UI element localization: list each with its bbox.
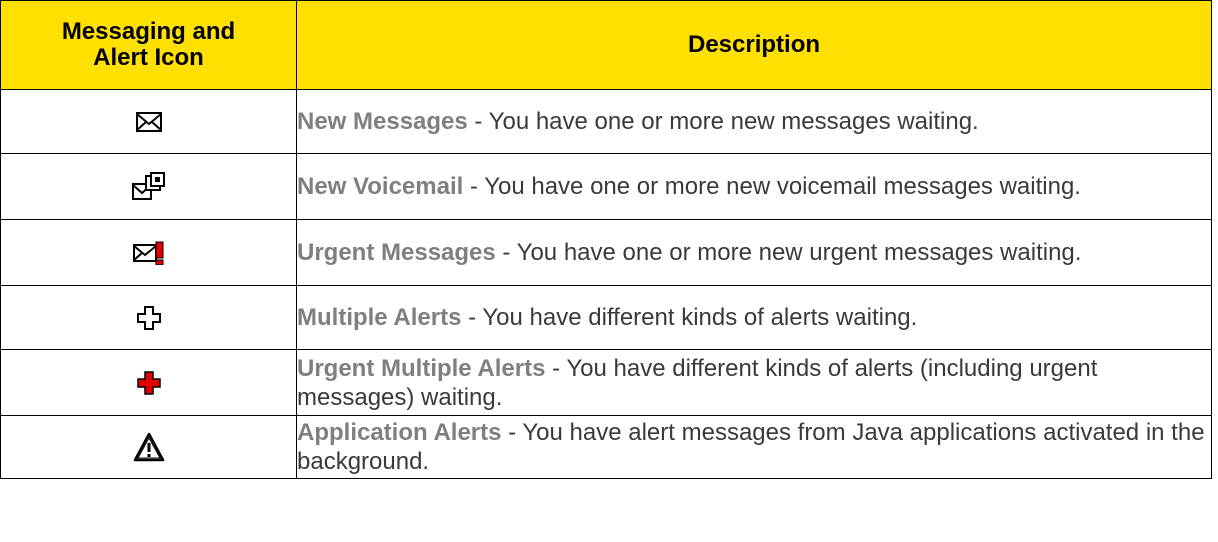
row-description: Urgent Multiple Alerts - You have differ… (296, 349, 1212, 416)
row-description: New Voicemail - You have one or more new… (296, 153, 1212, 220)
row-title: New Messages (297, 108, 468, 135)
row-title: New Voicemail (297, 173, 464, 200)
row-title: Multiple Alerts (297, 304, 462, 331)
messaging-alert-icon-table: Messaging and Alert Icon Description New… (0, 0, 1212, 479)
row-description: Multiple Alerts - You have different kin… (296, 285, 1212, 350)
table-row: Urgent Messages - You have one or more n… (0, 219, 1212, 286)
row-text: - You have one or more new voicemail mes… (463, 173, 1081, 200)
row-text: - You have one or more new messages wait… (467, 108, 979, 135)
urgent-envelope-icon (132, 241, 163, 265)
header-icon-column: Messaging and Alert Icon (0, 0, 297, 90)
voicemail-envelope-icon (131, 171, 165, 200)
table-row: New Messages - You have one or more new … (0, 89, 1212, 154)
red-cross-icon (136, 370, 161, 395)
header-icon-column-line2: Alert Icon (93, 44, 204, 71)
table-row: New Voicemail - You have one or more new… (0, 153, 1212, 220)
table-row: Application Alerts - You have alert mess… (0, 415, 1212, 479)
table-row: Urgent Multiple Alerts - You have differ… (0, 349, 1212, 416)
warning-triangle-icon (133, 432, 164, 462)
row-title: Application Alerts (297, 419, 502, 446)
row-description: New Messages - You have one or more new … (296, 89, 1212, 154)
row-text: - You have one or more new urgent messag… (495, 239, 1082, 266)
row-description: Urgent Messages - You have one or more n… (296, 219, 1212, 286)
row-text: - You have different kinds of alerts wai… (461, 304, 918, 331)
outline-cross-icon (136, 305, 161, 330)
row-title: Urgent Messages (297, 239, 496, 266)
row-title: Urgent Multiple Alerts (297, 354, 546, 382)
header-description-column: Description (296, 0, 1212, 90)
envelope-icon (135, 111, 162, 132)
table-row: Multiple Alerts - You have different kin… (0, 285, 1212, 350)
row-description: Application Alerts - You have alert mess… (296, 415, 1212, 479)
table-header-row: Messaging and Alert Icon Description (0, 0, 1212, 90)
header-icon-column-line1: Messaging and (61, 18, 236, 45)
